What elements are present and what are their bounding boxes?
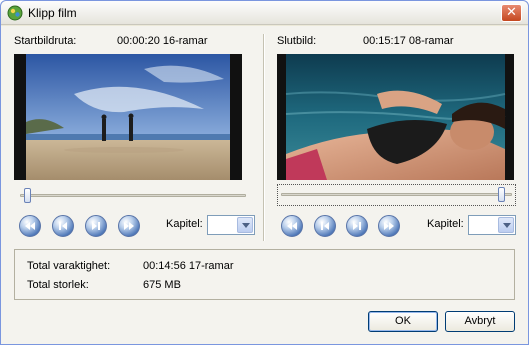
start-frame-slider-thumb[interactable]: [24, 188, 31, 203]
total-duration-label: Total varaktighet:: [27, 260, 111, 272]
previous-frame-icon: [321, 222, 329, 230]
next-frame-icon: [92, 222, 100, 230]
summary-box: Total varaktighet: 00:14:56 17-ramar Tot…: [14, 249, 515, 300]
ok-button[interactable]: OK: [368, 311, 438, 332]
start-chapter-label: Kapitel:: [166, 218, 203, 230]
start-next-frame-button[interactable]: [85, 215, 107, 237]
start-rewind-button[interactable]: [19, 215, 41, 237]
end-fast-forward-button[interactable]: [378, 215, 400, 237]
end-previous-frame-button[interactable]: [314, 215, 336, 237]
end-frame-slider-thumb[interactable]: [498, 187, 505, 202]
chevron-down-icon: [503, 223, 511, 228]
chevron-down-icon: [242, 223, 250, 228]
title-bar: Klipp film ✕: [1, 1, 528, 25]
film-icon: [7, 5, 23, 21]
clip-movie-dialog: Klipp film ✕ Startbildruta: 00:00:20 16-…: [0, 0, 529, 345]
previous-frame-icon: [59, 222, 67, 230]
end-next-frame-button[interactable]: [346, 215, 368, 237]
next-frame-icon: [353, 222, 361, 230]
window-title: Klipp film: [28, 6, 77, 20]
fast-forward-icon: [124, 222, 134, 230]
total-duration-value: 00:14:56 17-ramar: [143, 260, 234, 272]
cancel-button[interactable]: Avbryt: [445, 311, 515, 332]
start-previous-frame-button[interactable]: [52, 215, 74, 237]
end-chapter-label: Kapitel:: [427, 218, 464, 230]
end-rewind-button[interactable]: [281, 215, 303, 237]
close-icon: ✕: [506, 5, 517, 20]
end-frame-preview: [277, 54, 514, 180]
start-frame-label: Startbildruta:: [14, 35, 77, 47]
start-frame-time: 00:00:20 16-ramar: [117, 35, 208, 47]
start-frame-slider[interactable]: [16, 186, 250, 206]
start-chapter-select[interactable]: [207, 215, 255, 235]
end-frame-time: 00:15:17 08-ramar: [363, 35, 454, 47]
start-frame-preview: [14, 54, 242, 180]
rewind-icon: [25, 222, 35, 230]
end-frame-label: Slutbild:: [277, 35, 317, 47]
total-size-value: 675 MB: [143, 279, 181, 291]
close-button[interactable]: ✕: [501, 4, 522, 22]
end-chapter-select[interactable]: [468, 215, 516, 235]
rewind-icon: [287, 222, 297, 230]
start-fast-forward-button[interactable]: [118, 215, 140, 237]
total-size-label: Total storlek:: [27, 279, 89, 291]
dialog-body: Startbildruta: 00:00:20 16-ramar Kapitel…: [1, 26, 528, 344]
end-frame-slider[interactable]: [277, 184, 516, 206]
panel-divider: [263, 34, 265, 241]
fast-forward-icon: [384, 222, 394, 230]
